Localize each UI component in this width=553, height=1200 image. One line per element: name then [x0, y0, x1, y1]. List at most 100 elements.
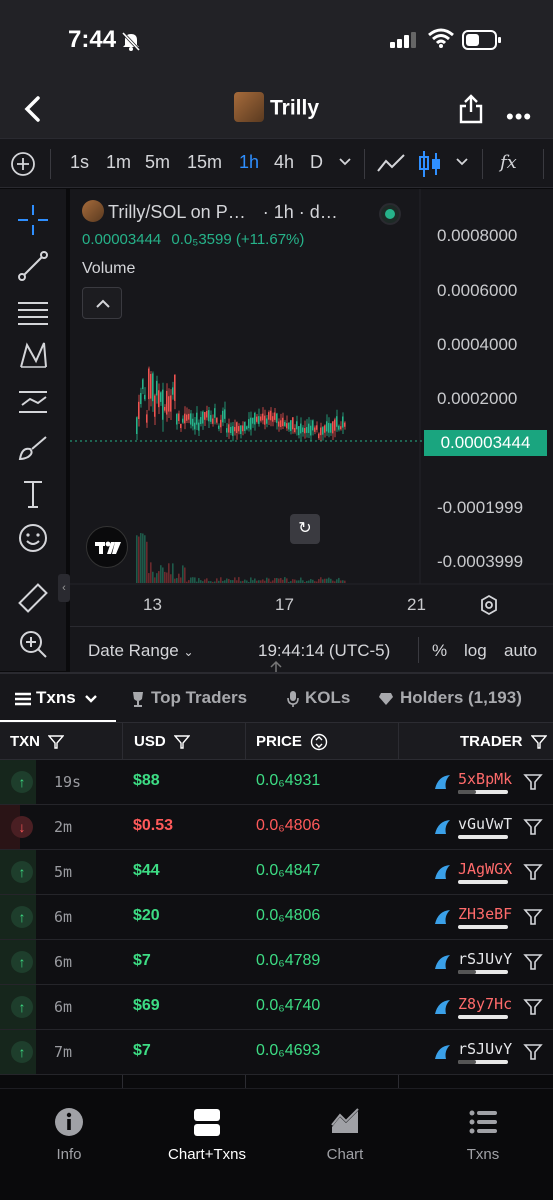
nav-txns[interactable]: Txns: [428, 1107, 538, 1163]
candle-body: [264, 415, 266, 425]
table-row[interactable]: ↑ 6m $69 0.0₆4740 Z8y7Hc: [0, 985, 553, 1030]
price-column-header[interactable]: PRICE: [256, 733, 328, 751]
filter-icon[interactable]: [47, 734, 65, 750]
candle-body: [168, 396, 170, 412]
chevron-down-icon[interactable]: [338, 157, 352, 167]
emoji-icon[interactable]: [16, 521, 50, 555]
line-chart-icon[interactable]: [376, 151, 406, 177]
volume-bar: [238, 577, 240, 583]
status-bar: 7:44: [0, 0, 553, 82]
reset-chart-button[interactable]: ↻: [290, 514, 320, 544]
trader-address[interactable]: rSJUvY: [458, 950, 512, 968]
ruler-icon[interactable]: [16, 581, 50, 615]
trader-address[interactable]: rSJUvY: [458, 1040, 512, 1058]
volume-bar: [206, 578, 208, 583]
pattern-icon[interactable]: [16, 339, 50, 373]
candle-body: [284, 422, 286, 426]
table-row[interactable]: ↑ 5m $44 0.0₆4847 JAgWGX: [0, 850, 553, 895]
date-range-button[interactable]: Date Range ⌄: [88, 641, 194, 661]
filter-icon[interactable]: [523, 997, 543, 1017]
volume-bar: [328, 577, 330, 583]
interval-4h[interactable]: 4h: [274, 152, 294, 173]
candle-body: [178, 413, 180, 421]
add-indicator-icon[interactable]: [10, 151, 36, 177]
interval-d[interactable]: D: [310, 152, 323, 173]
log-toggle[interactable]: log: [464, 641, 487, 661]
tab-holders[interactable]: Holders (1,193): [378, 688, 522, 708]
volume-bar: [196, 581, 198, 583]
filter-icon[interactable]: [523, 952, 543, 972]
interval-1m[interactable]: 1m: [106, 152, 131, 173]
chart-legend-title[interactable]: Trilly/SOL on P… · 1h · d…: [82, 200, 338, 224]
trader-address[interactable]: JAgWGX: [458, 860, 512, 878]
table-row[interactable]: ↑ 7m $7 0.0₆4693 rSJUvY: [0, 1030, 553, 1075]
interval-1s[interactable]: 1s: [70, 152, 89, 173]
volume-bar: [146, 541, 148, 583]
brush-icon[interactable]: [16, 431, 50, 465]
nav-chart[interactable]: Chart: [290, 1107, 400, 1163]
candle-body: [322, 427, 324, 435]
nav-info[interactable]: Info: [14, 1107, 124, 1163]
txn-column-header[interactable]: TXN: [10, 733, 65, 750]
candle-body: [342, 416, 344, 428]
table-row[interactable]: ↑ 6m $20 0.0₆4806 ZH3eBF: [0, 895, 553, 940]
volume-bar: [216, 578, 218, 583]
trader-address[interactable]: Z8y7Hc: [458, 995, 512, 1013]
interval-1h[interactable]: 1h: [239, 152, 259, 173]
candle-body: [258, 416, 260, 424]
collapse-legend-button[interactable]: [82, 287, 122, 319]
trader-address[interactable]: vGuVwT: [458, 815, 512, 833]
table-row[interactable]: ↓ 2m $0.53 0.0₆4806 vGuVwT: [0, 805, 553, 850]
table-row[interactable]: ↑ 6m $7 0.0₆4789 rSJUvY: [0, 940, 553, 985]
usd-column-header[interactable]: USD: [134, 733, 191, 750]
table-row[interactable]: ↑ 19s $88 0.0₆4931 5xBpMk: [0, 760, 553, 805]
txn-age: 6m: [54, 908, 73, 926]
trader-column-header[interactable]: TRADER: [460, 733, 548, 750]
chevron-down-icon[interactable]: [455, 157, 469, 167]
volume-bar: [330, 578, 332, 583]
interval-5m[interactable]: 5m: [145, 152, 170, 173]
volume-bar: [148, 573, 150, 583]
zoom-in-icon[interactable]: [16, 627, 50, 661]
collapse-tools-tab[interactable]: ‹: [58, 574, 70, 602]
percent-toggle[interactable]: %: [432, 641, 447, 661]
filter-icon[interactable]: [173, 734, 191, 750]
txn-usd: $7: [133, 952, 151, 969]
filter-icon[interactable]: [523, 862, 543, 882]
crosshair-icon[interactable]: [16, 203, 50, 237]
text-tool-icon[interactable]: [16, 477, 50, 511]
candle-body: [252, 417, 254, 424]
filter-icon[interactable]: [530, 734, 548, 750]
nav-chart-txns[interactable]: Chart+Txns: [152, 1107, 262, 1163]
y-axis-tick: 0.0008000: [437, 226, 518, 245]
candle-body: [172, 387, 174, 395]
filter-icon[interactable]: [523, 1042, 543, 1062]
trend-line-icon[interactable]: [16, 249, 50, 283]
trader-address[interactable]: 5xBpMk: [458, 770, 512, 788]
chart-settings-icon[interactable]: [478, 594, 500, 616]
trader-balance-bar: [458, 1015, 508, 1019]
share-icon[interactable]: [458, 94, 484, 124]
interval-15m[interactable]: 15m: [187, 152, 222, 173]
tab-kols[interactable]: KOLs: [287, 688, 350, 708]
tab-top-traders[interactable]: Top Traders: [130, 688, 247, 708]
chevron-down-icon: ⌄: [183, 645, 194, 659]
indicators-fx-icon[interactable]: fx: [500, 152, 517, 173]
pair-label: Trilly/SOL on P…: [108, 202, 246, 222]
tradingview-logo[interactable]: [86, 526, 128, 568]
buy-arrow-icon: ↑: [11, 1041, 33, 1063]
app-header: Trilly •••: [0, 82, 553, 138]
fib-retracement-icon[interactable]: [16, 295, 50, 329]
filter-icon[interactable]: [523, 772, 543, 792]
tab-txns[interactable]: Txns: [14, 688, 98, 708]
buy-arrow-icon: ↑: [11, 996, 33, 1018]
filter-icon[interactable]: [523, 817, 543, 837]
filter-icon[interactable]: [523, 907, 543, 927]
candle-body: [154, 395, 156, 417]
auto-toggle[interactable]: auto: [504, 641, 537, 661]
toggle-unit-icon[interactable]: [310, 733, 328, 751]
trader-address[interactable]: ZH3eBF: [458, 905, 512, 923]
prediction-icon[interactable]: [16, 385, 50, 419]
candlestick-icon[interactable]: [418, 149, 442, 179]
more-options-icon[interactable]: •••: [506, 104, 532, 130]
